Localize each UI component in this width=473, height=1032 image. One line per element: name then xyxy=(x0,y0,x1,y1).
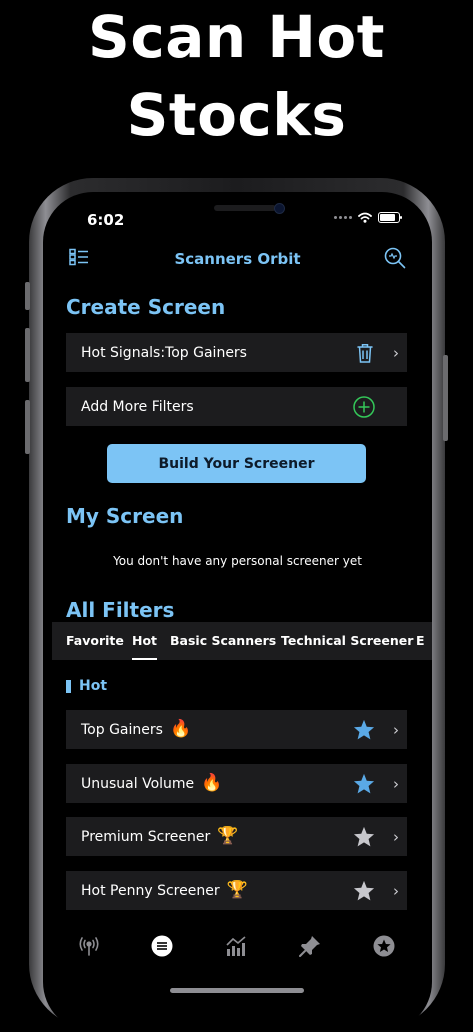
add-filters-row[interactable]: Add More Filters xyxy=(66,387,407,426)
filter-label: Premium Screener xyxy=(81,828,211,845)
chevron-right-icon: › xyxy=(393,720,399,739)
filter-row-unusual-volume[interactable]: Unusual Volume 🔥 › xyxy=(66,764,407,803)
tab-more[interactable]: E xyxy=(416,622,425,660)
favorite-star-icon[interactable] xyxy=(353,826,375,847)
filter-tabs: Favorite Hot Basic Scanners Technical Sc… xyxy=(52,622,432,660)
add-circle-icon[interactable] xyxy=(353,395,375,418)
nav-bar: Scanners Orbit xyxy=(43,242,432,276)
filter-row-premium-screener[interactable]: Premium Screener 🏆 › xyxy=(66,817,407,856)
speaker-grille xyxy=(214,205,276,211)
filter-label: Hot Penny Screener xyxy=(81,882,220,899)
chevron-right-icon: › xyxy=(393,827,399,846)
phone-volume-up xyxy=(25,328,30,382)
front-camera xyxy=(274,203,285,214)
section-marker xyxy=(66,679,71,693)
pin-icon[interactable] xyxy=(299,935,321,961)
favorite-star-icon[interactable] xyxy=(353,719,375,740)
chevron-right-icon: › xyxy=(393,881,399,900)
tab-hot[interactable]: Hot xyxy=(132,622,158,660)
chevron-right-icon: › xyxy=(393,343,399,362)
bottom-tab-bar xyxy=(43,927,432,967)
headline-line-1: Scan Hot xyxy=(88,3,385,71)
create-screen-title: Create Screen xyxy=(66,295,226,319)
phone-screen: 6:02 Scanners Orbit Create Screen Hot Si… xyxy=(43,192,432,1032)
tab-basic-scanners[interactable]: Basic Scanners xyxy=(170,622,276,660)
filter-row-hot-penny-screener[interactable]: Hot Penny Screener 🏆 › xyxy=(66,871,407,910)
app-title: Scanners Orbit xyxy=(174,250,301,268)
tab-favorite[interactable]: Favorite xyxy=(66,622,124,660)
chart-icon[interactable] xyxy=(225,935,247,961)
home-indicator[interactable] xyxy=(170,988,304,993)
phone-power-button xyxy=(443,355,448,441)
phone-volume-down xyxy=(25,400,30,454)
chevron-right-icon: › xyxy=(393,774,399,793)
all-filters-title: All Filters xyxy=(66,598,175,622)
headline-line-2: Stocks xyxy=(126,81,347,149)
add-filters-label: Add More Filters xyxy=(81,398,194,415)
battery-icon xyxy=(378,212,402,223)
wifi-icon xyxy=(358,212,372,223)
signal-icon[interactable] xyxy=(78,935,100,961)
selected-filter-label: Hot Signals:Top Gainers xyxy=(81,344,247,361)
star-icon[interactable] xyxy=(373,935,395,961)
filter-row-top-gainers[interactable]: Top Gainers 🔥 › xyxy=(66,710,407,749)
fire-icon: 🔥 xyxy=(169,719,192,739)
status-icons xyxy=(334,212,402,223)
hot-section-header: Hot xyxy=(66,678,107,694)
trophy-icon: 🏆 xyxy=(217,826,239,846)
hot-section-label: Hot xyxy=(79,678,108,694)
trash-icon[interactable] xyxy=(357,343,373,363)
list-icon[interactable] xyxy=(151,935,173,961)
empty-screener-message: You don't have any personal screener yet xyxy=(113,554,362,568)
favorite-star-icon[interactable] xyxy=(353,773,375,794)
phone-mute-switch xyxy=(25,282,30,310)
my-screen-title: My Screen xyxy=(66,504,184,528)
trophy-icon: 🏆 xyxy=(226,880,248,900)
build-screener-button[interactable]: Build Your Screener xyxy=(107,444,366,483)
tab-technical-screener[interactable]: Technical Screener xyxy=(281,622,413,660)
favorite-star-icon[interactable] xyxy=(353,880,375,901)
filter-label: Top Gainers xyxy=(81,721,163,738)
status-time: 6:02 xyxy=(87,211,125,229)
selected-filter-row[interactable]: Hot Signals:Top Gainers › xyxy=(66,333,407,372)
filter-label: Unusual Volume xyxy=(81,775,195,792)
search-icon[interactable] xyxy=(384,247,406,273)
fire-icon: 🔥 xyxy=(201,773,223,793)
cellular-signal-icon xyxy=(334,216,352,219)
